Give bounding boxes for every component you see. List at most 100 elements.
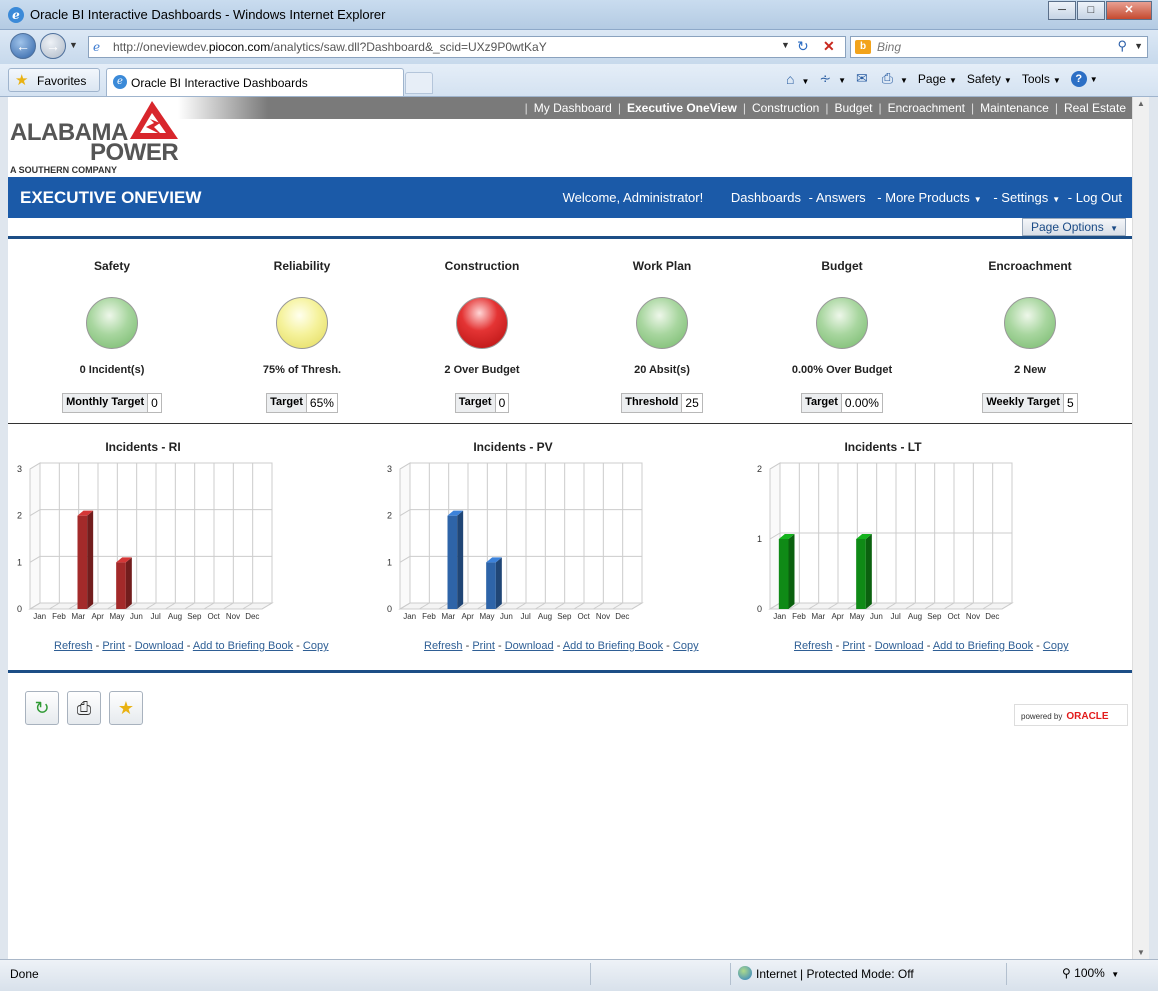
print-button[interactable]: ⎙ ▼ xyxy=(882,70,908,87)
copy-link[interactable]: Copy xyxy=(1043,640,1069,652)
y-tick-label: 2 xyxy=(757,464,762,474)
top-nav-item[interactable]: My Dashboard xyxy=(534,101,612,115)
print-page-button[interactable]: ⎙ xyxy=(67,691,101,725)
close-window-button[interactable]: ✕ xyxy=(1106,1,1152,20)
search-field[interactable]: b Bing ⚲ ▼ xyxy=(850,36,1148,58)
help-button[interactable]: ? ▼ xyxy=(1070,70,1098,87)
zoom-control[interactable]: ⚲ 100% ▼ xyxy=(1062,966,1119,980)
page-title: EXECUTIVE ONEVIEW xyxy=(20,188,202,207)
status-divider xyxy=(590,963,591,985)
printer-icon: ⎙ xyxy=(881,70,893,86)
minimize-button[interactable]: ─ xyxy=(1048,1,1076,20)
status-text: Done xyxy=(10,967,39,981)
scroll-down-icon[interactable]: ▼ xyxy=(1137,948,1145,957)
settings-menu[interactable]: - Settings ▼ xyxy=(989,190,1060,205)
top-nav-item[interactable]: Real Estate xyxy=(1064,101,1126,115)
download-link[interactable]: Download xyxy=(875,640,924,652)
print-link[interactable]: Print xyxy=(472,640,495,652)
top-nav-item[interactable]: Construction xyxy=(752,101,819,115)
refresh-link[interactable]: Refresh xyxy=(54,640,93,652)
browser-tab[interactable]: e Oracle BI Interactive Dashboards xyxy=(106,68,404,96)
favorites-button[interactable]: ★ Favorites xyxy=(8,68,100,92)
print-link[interactable]: Print xyxy=(102,640,125,652)
logo-text-power: POWER xyxy=(90,139,179,166)
bar[interactable] xyxy=(116,557,132,609)
copy-link[interactable]: Copy xyxy=(673,640,699,652)
kpi-name: Work Plan xyxy=(632,259,692,273)
nav-separator: | xyxy=(970,101,975,115)
y-tick-label: 3 xyxy=(387,464,392,474)
security-zone[interactable]: Internet | Protected Mode: Off xyxy=(738,966,914,981)
x-tick-label: Sep xyxy=(187,612,202,621)
top-nav-item[interactable]: Encroachment xyxy=(888,101,965,115)
refresh-link[interactable]: Refresh xyxy=(794,640,833,652)
back-button[interactable]: ← xyxy=(10,33,36,59)
x-tick-label: Sep xyxy=(927,612,942,621)
bar[interactable] xyxy=(856,534,872,609)
dashboards-link[interactable]: Dashboards xyxy=(731,190,801,205)
x-tick-label: Jan xyxy=(403,612,416,621)
url-text[interactable]: http://oneviewdev.piocon.com/analytics/s… xyxy=(113,40,547,54)
kpi-target: Target 0 xyxy=(454,393,510,413)
status-indicator-icon xyxy=(456,297,508,349)
chart-title: Incidents - LT xyxy=(844,440,922,454)
download-link[interactable]: Download xyxy=(505,640,554,652)
bar[interactable] xyxy=(778,534,795,609)
print-link[interactable]: Print xyxy=(842,640,865,652)
vertical-scrollbar[interactable]: ▲ ▼ xyxy=(1132,97,1149,959)
x-tick-label: Dec xyxy=(615,612,629,621)
maximize-button[interactable]: □ xyxy=(1077,1,1105,20)
chart-links: Refresh - Print - Download - Add to Brie… xyxy=(794,640,1069,652)
answers-link[interactable]: - Answers xyxy=(809,190,866,205)
feeds-button[interactable]: ∻ ▼ xyxy=(819,70,846,87)
x-tick-label: Feb xyxy=(792,612,806,621)
address-dropdown-icon[interactable]: ▼ xyxy=(781,40,790,50)
scroll-up-icon[interactable]: ▲ xyxy=(1137,99,1145,108)
logout-link[interactable]: - Log Out xyxy=(1068,190,1122,205)
kpi-target: Monthly Target 0 xyxy=(62,393,162,413)
home-button[interactable]: ⌂ ▼ xyxy=(786,71,809,87)
x-tick-label: Mar xyxy=(441,612,455,621)
bar[interactable] xyxy=(447,510,464,609)
x-tick-label: Oct xyxy=(947,612,960,621)
bar[interactable] xyxy=(486,557,502,609)
download-link[interactable]: Download xyxy=(135,640,184,652)
add-favorite-button[interactable]: ★ xyxy=(109,691,143,725)
address-field[interactable]: e http://oneviewdev.piocon.com/analytics… xyxy=(88,36,846,58)
safety-menu[interactable]: Safety ▼ xyxy=(967,72,1012,86)
favorites-label: Favorites xyxy=(37,74,87,88)
y-tick-label: 2 xyxy=(387,511,392,521)
copy-link[interactable]: Copy xyxy=(303,640,329,652)
refresh-link[interactable]: Refresh xyxy=(424,640,463,652)
history-dropdown-icon[interactable]: ▼ xyxy=(69,40,78,50)
globe-icon xyxy=(738,966,752,980)
refresh-icon[interactable]: ↻ xyxy=(797,38,809,55)
refresh-page-button[interactable]: ↻ xyxy=(25,691,59,725)
top-nav-item[interactable]: Budget xyxy=(834,101,872,115)
briefing-book-link[interactable]: Add to Briefing Book xyxy=(563,640,663,652)
top-nav-item[interactable]: Executive OneView xyxy=(627,101,737,115)
new-tab-button[interactable] xyxy=(405,72,433,94)
window-titlebar: e Oracle BI Interactive Dashboards - Win… xyxy=(0,0,1158,30)
y-tick-label: 1 xyxy=(757,534,762,544)
stop-icon[interactable]: ✕ xyxy=(823,38,835,55)
forward-button[interactable]: → xyxy=(40,33,66,59)
target-label: Target xyxy=(802,394,842,412)
more-products-menu[interactable]: - More Products ▼ xyxy=(873,190,981,205)
x-tick-label: Oct xyxy=(207,612,220,621)
briefing-book-link[interactable]: Add to Briefing Book xyxy=(193,640,293,652)
bar[interactable] xyxy=(77,510,94,609)
briefing-book-link[interactable]: Add to Briefing Book xyxy=(933,640,1033,652)
page-menu[interactable]: Page ▼ xyxy=(918,72,957,86)
top-nav-item[interactable]: Maintenance xyxy=(980,101,1049,115)
help-icon: ? xyxy=(1070,70,1087,87)
search-icon[interactable]: ⚲ xyxy=(1117,38,1127,54)
page-options-button[interactable]: Page Options ▼ xyxy=(1022,218,1126,236)
printer-icon: ⎙ xyxy=(76,698,92,718)
tools-menu[interactable]: Tools ▼ xyxy=(1022,72,1061,86)
mail-button[interactable]: ✉ xyxy=(856,70,872,87)
x-tick-label: Jun xyxy=(130,612,143,621)
status-divider xyxy=(730,963,731,985)
search-dropdown-icon[interactable]: ▼ xyxy=(1134,41,1143,51)
x-tick-label: Dec xyxy=(245,612,259,621)
